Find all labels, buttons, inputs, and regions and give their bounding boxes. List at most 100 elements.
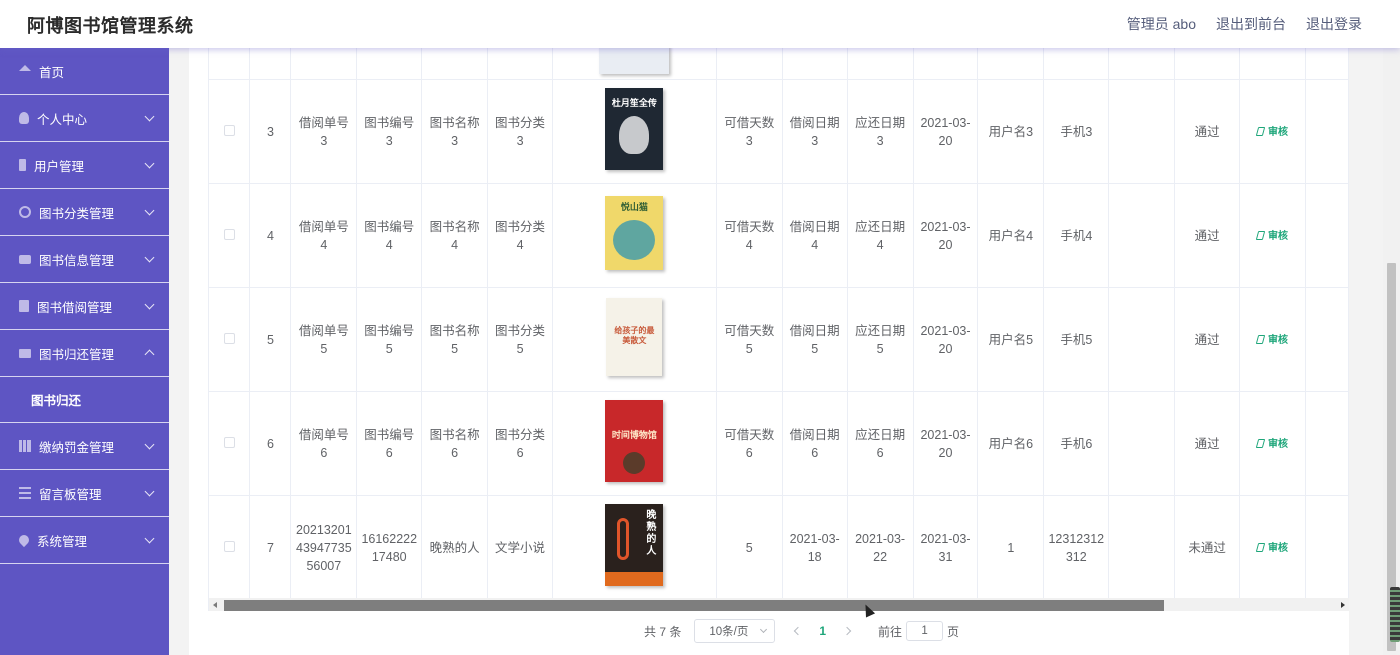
sidebar-item-user-management[interactable]: 用户管理 <box>0 142 169 189</box>
scroll-right-arrow-icon[interactable] <box>1341 602 1345 608</box>
book-name: 图书名称6 <box>421 391 489 496</box>
return-date: 2021-03-31 <box>913 495 979 598</box>
sidebar-subitem-book-return[interactable]: 图书归还 <box>0 377 169 423</box>
page-size-select[interactable]: 10条/页 <box>694 619 776 643</box>
main-content: 3 借阅单号3 图书编号3 图书名称3 图书分类3 杜月笙全传 可借天数3 借阅… <box>169 48 1400 655</box>
book-category: 图书分类4 <box>487 183 554 288</box>
audit-button[interactable]: 审核 <box>1255 230 1288 242</box>
exit-to-front-link[interactable]: 退出到前台 <box>1216 14 1286 34</box>
sidebar-item-label: 图书信息管理 <box>39 253 115 268</box>
table-row: 6 借阅单号6 图书编号6 图书名称6 图书分类6 时间博物馆 可借天数6 借阅… <box>209 391 1349 496</box>
table-horizontal-scrollbar[interactable] <box>208 598 1349 611</box>
sidebar-subitem-label: 图书归还 <box>31 394 82 408</box>
scroll-left-arrow-icon[interactable] <box>213 602 217 608</box>
book-name: 晚熟的人 <box>421 495 489 598</box>
book-cover-image <box>599 48 670 74</box>
chevron-down-icon <box>144 252 155 263</box>
row-index: 3 <box>249 79 292 184</box>
audit-status: 通过 <box>1174 79 1241 184</box>
sidebar-item-return-management[interactable]: 图书归还管理 <box>0 330 169 377</box>
edit-icon <box>1255 230 1266 240</box>
borrow-date: 借阅日期4 <box>782 183 848 288</box>
borrow-date: 借阅日期3 <box>782 79 848 184</box>
chevron-down-icon <box>144 486 155 497</box>
audit-button[interactable]: 审核 <box>1255 542 1288 554</box>
row-index: 6 <box>249 391 292 496</box>
username: 用户名6 <box>977 391 1045 496</box>
book-name: 图书名称5 <box>421 287 489 392</box>
page-vertical-scrollbar[interactable] <box>1383 48 1400 655</box>
top-header: 阿博图书馆管理系统 管理员 abo 退出到前台 退出登录 <box>0 0 1400 48</box>
next-page-button[interactable] <box>842 626 852 636</box>
table-row-partial <box>209 48 1349 80</box>
book-category: 图书分类3 <box>487 79 554 184</box>
return-date: 2021-03-20 <box>913 79 979 184</box>
borrow-number: 借阅单号3 <box>290 79 358 184</box>
phone: 手机5 <box>1043 287 1110 392</box>
audit-button[interactable]: 审核 <box>1255 126 1288 138</box>
book-name: 图书名称4 <box>421 183 489 288</box>
book-number: 图书编号3 <box>356 79 423 184</box>
row-checkbox[interactable] <box>223 332 235 344</box>
return-list-panel: 3 借阅单号3 图书编号3 图书名称3 图书分类3 杜月笙全传 可借天数3 借阅… <box>189 48 1349 655</box>
logout-link[interactable]: 退出登录 <box>1306 14 1362 34</box>
sidebar-item-category-management[interactable]: 图书分类管理 <box>0 189 169 236</box>
audit-button[interactable]: 审核 <box>1255 438 1288 450</box>
audit-status: 未通过 <box>1174 495 1241 598</box>
monitor-icon <box>19 348 31 358</box>
due-date: 应还日期5 <box>847 287 914 392</box>
sidebar-item-label: 图书分类管理 <box>39 206 115 221</box>
sidebar-item-book-info-management[interactable]: 图书信息管理 <box>0 236 169 283</box>
edit-icon <box>1255 334 1266 344</box>
book-cover-image: 晚熟的人 <box>605 504 664 586</box>
prev-page-button[interactable] <box>794 626 803 636</box>
chevron-down-icon <box>144 533 155 544</box>
page-size-value: 10条/页 <box>709 626 749 638</box>
table-row: 4 借阅单号4 图书编号4 图书名称4 图书分类4 悦山猫 可借天数4 借阅日期… <box>209 183 1349 288</box>
scrollbar-thumb[interactable] <box>224 600 1164 611</box>
username: 用户名5 <box>977 287 1045 392</box>
audit-button[interactable]: 审核 <box>1255 334 1288 346</box>
borrow-date: 2021-03-18 <box>782 495 848 598</box>
row-index: 5 <box>249 287 292 392</box>
borrow-date: 借阅日期5 <box>782 287 848 392</box>
pagination: 共 7 条 10条/页 1 前往 页 <box>644 619 959 643</box>
edit-icon <box>1255 438 1266 448</box>
page-number-current[interactable]: 1 <box>819 624 826 638</box>
sidebar-item-borrow-management[interactable]: 图书借阅管理 <box>0 283 169 330</box>
sidebar-item-system-management[interactable]: 系统管理 <box>0 517 169 564</box>
total-count: 共 7 条 <box>644 624 682 639</box>
circle-icon <box>19 206 31 218</box>
chevron-down-icon <box>760 625 768 634</box>
row-checkbox[interactable] <box>223 540 235 552</box>
borrow-number: 借阅单号4 <box>290 183 358 288</box>
due-date: 应还日期3 <box>847 79 914 184</box>
borrow-days: 可借天数6 <box>716 391 783 496</box>
edit-icon <box>1255 126 1266 136</box>
username: 用户名3 <box>977 79 1045 184</box>
app-title: 阿博图书馆管理系统 <box>27 16 194 36</box>
book-cover-image: 杜月笙全传 <box>605 88 664 170</box>
book-cover-image: 时间博物馆 <box>605 400 664 482</box>
book-number: 图书编号6 <box>356 391 423 496</box>
row-checkbox[interactable] <box>223 124 235 136</box>
borrow-days: 可借天数4 <box>716 183 783 288</box>
sidebar: 首页 个人中心 用户管理 图书分类管理 图书信息管理 图书借阅管理 图书归还管理… <box>0 48 169 655</box>
bag-icon <box>19 254 31 264</box>
document-icon <box>19 300 29 312</box>
goto-page-input[interactable] <box>906 621 944 641</box>
admin-username[interactable]: 管理员 abo <box>1127 14 1196 34</box>
borrow-days: 可借天数5 <box>716 287 783 392</box>
row-checkbox[interactable] <box>223 228 235 240</box>
page-suffix: 页 <box>947 624 960 639</box>
phone: 手机6 <box>1043 391 1110 496</box>
chevron-up-icon <box>144 349 155 360</box>
row-index: 4 <box>249 183 292 288</box>
sidebar-item-personal-center[interactable]: 个人中心 <box>0 95 169 142</box>
chevron-down-icon <box>144 299 155 310</box>
sidebar-item-message-board[interactable]: 留言板管理 <box>0 470 169 517</box>
due-date: 应还日期6 <box>847 391 914 496</box>
row-checkbox[interactable] <box>223 436 235 448</box>
sidebar-item-home[interactable]: 首页 <box>0 48 169 95</box>
sidebar-item-fine-management[interactable]: 缴纳罚金管理 <box>0 423 169 470</box>
